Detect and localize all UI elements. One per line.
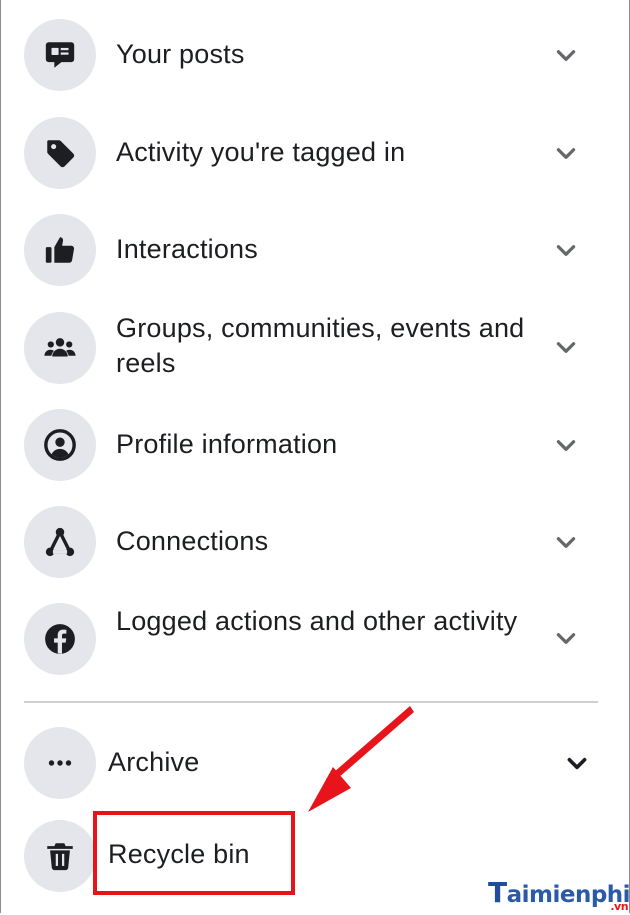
menu-item-label: Groups, communities, events and reels: [116, 313, 525, 378]
chevron-down-icon[interactable]: [553, 334, 579, 360]
comment-post-icon: [24, 19, 96, 91]
highlight-box: [93, 811, 295, 895]
menu-item-your-posts[interactable]: Your posts: [0, 6, 630, 104]
chevron-down-icon[interactable]: [553, 625, 579, 651]
chevron-down-icon[interactable]: [553, 529, 579, 555]
menu-item-label: Logged actions and other activity: [116, 606, 518, 636]
chevron-down-icon[interactable]: [553, 140, 579, 166]
menu-item-archive[interactable]: Archive: [0, 714, 630, 812]
menu-item-logged-actions[interactable]: Logged actions and other activity: [0, 591, 630, 689]
profile-icon: [24, 409, 96, 481]
menu-item-label: Archive: [108, 747, 200, 777]
watermark-logo: Taimienphi .vn: [488, 876, 630, 913]
chevron-down-icon[interactable]: [553, 42, 579, 68]
connections-icon: [24, 506, 96, 578]
more-dots-icon: [24, 727, 96, 799]
menu-item-tagged-activity[interactable]: Activity you're tagged in: [0, 104, 630, 202]
menu-item-interactions[interactable]: Interactions: [0, 201, 630, 299]
people-group-icon: [24, 312, 96, 384]
chevron-down-icon[interactable]: [553, 432, 579, 458]
menu-item-groups[interactable]: Groups, communities, events and reels: [0, 298, 630, 396]
menu-item-label: Interactions: [116, 234, 258, 264]
menu-item-label: Your posts: [116, 39, 245, 69]
chevron-down-icon[interactable]: [553, 237, 579, 263]
facebook-icon: [24, 603, 96, 675]
chevron-down-icon[interactable]: [564, 750, 590, 776]
menu-item-label: Activity you're tagged in: [116, 137, 406, 167]
thumbs-up-icon: [24, 214, 96, 286]
menu-item-label: Connections: [116, 526, 269, 556]
menu-item-profile-information[interactable]: Profile information: [0, 396, 630, 494]
tag-icon: [24, 117, 96, 189]
menu-item-connections[interactable]: Connections: [0, 494, 630, 592]
trash-icon: [24, 820, 96, 892]
watermark-suffix: .vn: [610, 900, 629, 913]
divider: [24, 701, 598, 703]
menu-item-label: Profile information: [116, 429, 338, 459]
watermark-initial: T: [488, 876, 507, 909]
